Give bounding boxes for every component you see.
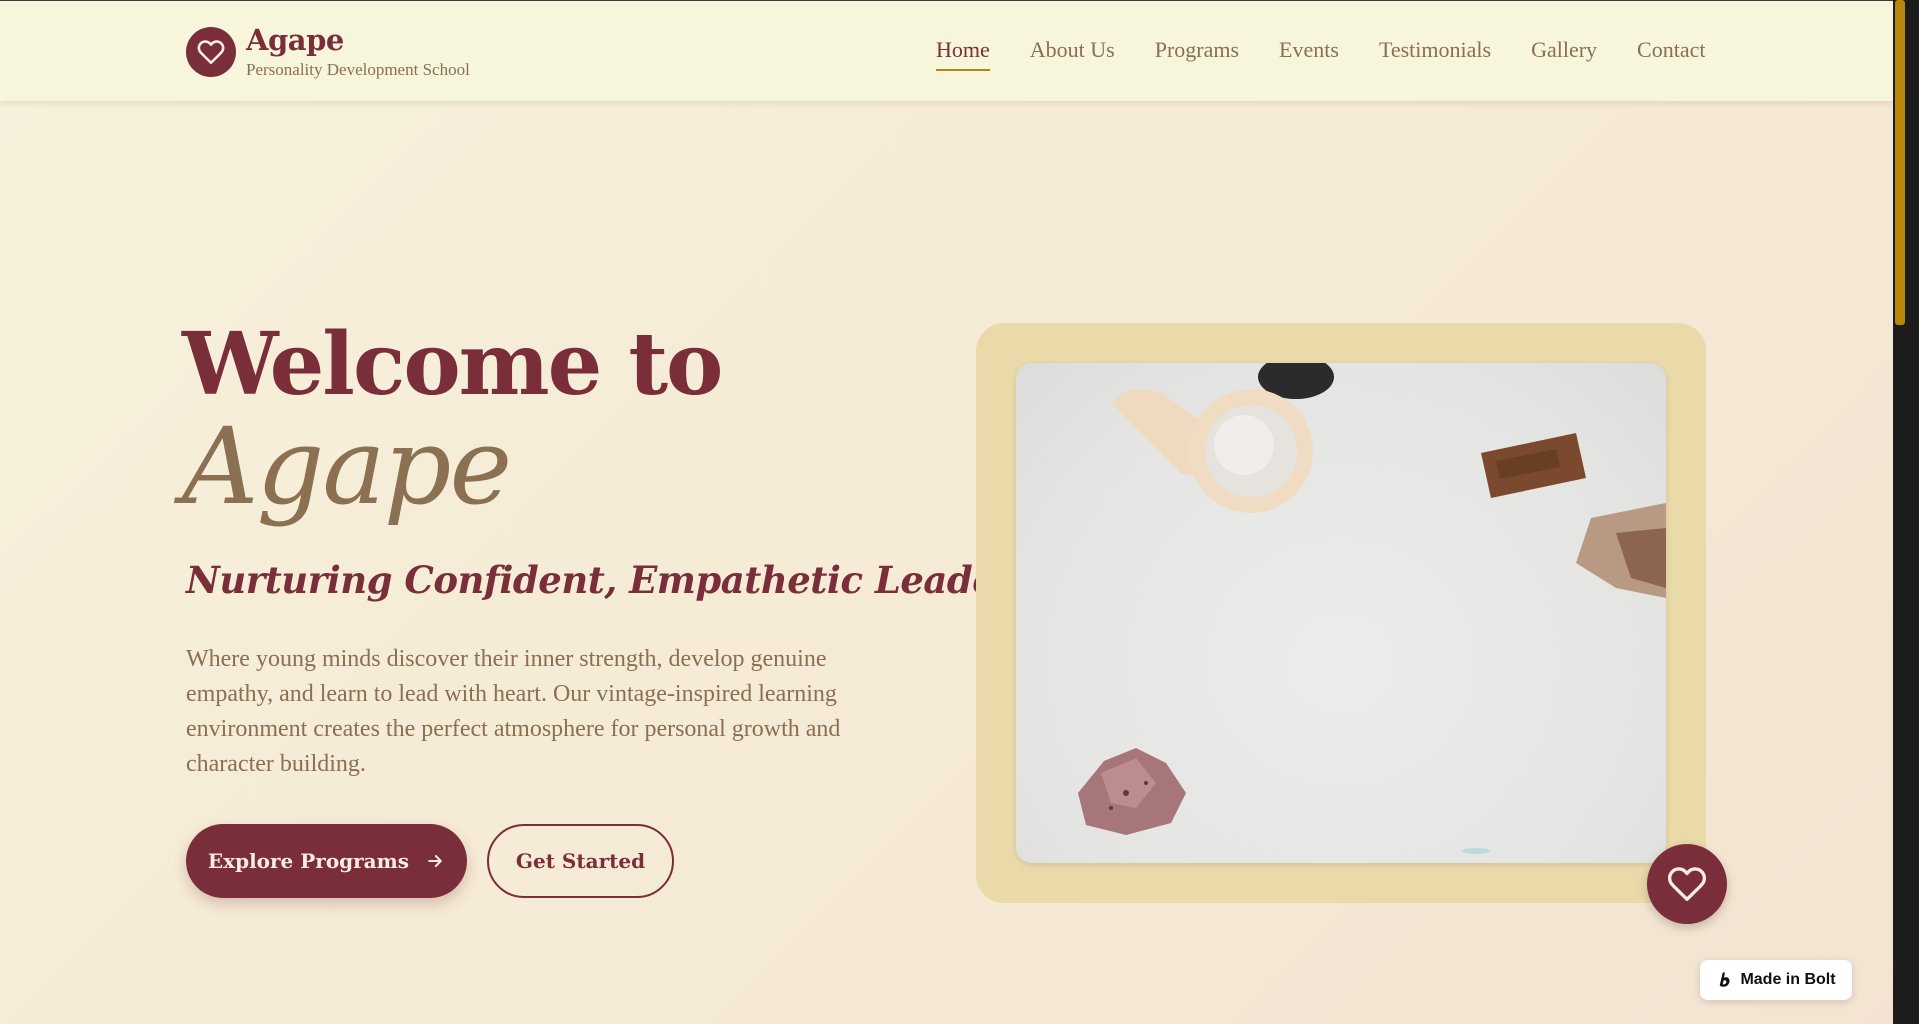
heart-icon (1667, 867, 1707, 901)
hero-description: Where young minds discover their inner s… (186, 646, 841, 777)
nav-item-home[interactable]: Home (936, 37, 990, 71)
made-in-bolt-label: Made in Bolt (1740, 971, 1836, 988)
made-in-bolt-badge[interactable]: Made in Bolt (1700, 960, 1852, 1000)
nav-item-about-us[interactable]: About Us (1030, 37, 1115, 63)
brand-name[interactable]: Agape (246, 23, 344, 57)
get-started-button[interactable]: Get Started (487, 824, 674, 898)
main-nav: Home About Us Programs Events Testimonia… (936, 37, 1705, 71)
site-header: Agape Personality Development School Hom… (0, 0, 1893, 101)
logo[interactable] (186, 27, 236, 77)
arrow-right-icon (428, 855, 442, 867)
page: Agape Personality Development School Hom… (0, 0, 1893, 1024)
hero-image (1016, 363, 1666, 863)
nav-item-programs[interactable]: Programs (1155, 37, 1239, 63)
hero-title: Welcome to (182, 314, 723, 415)
hero-script-title: Agape (182, 405, 512, 528)
nav-item-contact[interactable]: Contact (1637, 37, 1705, 63)
scrollbar-thumb[interactable] (1895, 0, 1905, 325)
nav-item-events[interactable]: Events (1279, 37, 1339, 63)
hero-photo-illustration (1078, 363, 1666, 854)
favorite-button[interactable] (1647, 844, 1727, 924)
explore-programs-button[interactable]: Explore Programs (186, 824, 467, 898)
brand-tagline: Personality Development School (246, 60, 470, 79)
explore-programs-label: Explore Programs (207, 849, 410, 873)
nav-item-testimonials[interactable]: Testimonials (1379, 37, 1491, 63)
heart-icon (197, 40, 225, 65)
hero-subtitle: Nurturing Confident, Empathetic Leaders (186, 558, 1035, 602)
nav-item-gallery[interactable]: Gallery (1531, 37, 1597, 63)
page-scrollbar[interactable] (1893, 0, 1919, 1024)
bolt-logo-icon (1720, 972, 1730, 987)
get-started-label: Get Started (515, 849, 646, 873)
